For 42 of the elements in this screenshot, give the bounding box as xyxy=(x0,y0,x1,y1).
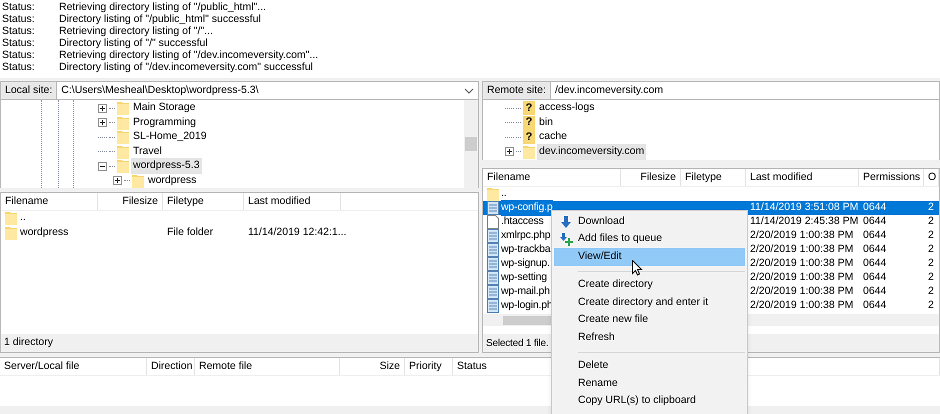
log-label: Status: xyxy=(2,0,36,14)
owner-value: 2 xyxy=(928,271,934,284)
permissions: 0644 xyxy=(863,285,886,298)
modified-date: 2/20/2019 1:00:38 PM xyxy=(750,299,854,312)
log-label: Status: xyxy=(2,60,36,76)
permissions: 0644 xyxy=(863,271,886,284)
permissions: 0644 xyxy=(863,243,886,256)
unknown-folder-icon: ? xyxy=(523,116,535,130)
modified-date: 11/14/2019 12:42:1... xyxy=(248,226,346,238)
modified-date: 2/20/2019 1:00:38 PM xyxy=(750,271,854,284)
owner-value: 2 xyxy=(928,257,934,270)
log-message: Retrieving directory listing of "/dev.incomeversity.com"... xyxy=(59,48,318,62)
owner-value: 2 xyxy=(928,243,934,256)
log-message: Directory listing of "/public_html" successful xyxy=(59,12,261,26)
file-type: File folder xyxy=(167,226,214,238)
modified-date: 11/14/2019 3:51:08 PM xyxy=(750,201,858,214)
permissions: 0644 xyxy=(863,299,886,312)
owner-value: 2 xyxy=(928,285,934,298)
log-message: Retrieving directory listing of "/"... xyxy=(59,24,213,38)
permissions: 0644 xyxy=(863,229,886,242)
log-label: Status: xyxy=(2,24,36,38)
log-message: Directory listing of "/" successful xyxy=(59,36,208,50)
owner-value: 2 xyxy=(928,215,934,228)
modified-date: 2/20/2019 1:00:38 PM xyxy=(750,229,854,242)
log-message: Retrieving directory listing of "/public_html"... xyxy=(59,0,266,14)
owner-value: 2 xyxy=(928,229,934,242)
permissions: 0644 xyxy=(863,201,886,214)
owner-value: 2 xyxy=(928,201,934,214)
permissions: 0644 xyxy=(863,257,886,270)
log-label: Status: xyxy=(2,48,36,62)
log-label: Status: xyxy=(2,12,36,26)
log-message: Directory listing of "/dev.incomeversity.com" successful xyxy=(59,60,313,76)
modified-date: 2/20/2019 1:00:38 PM xyxy=(750,285,854,298)
unknown-folder-icon: ? xyxy=(523,130,535,144)
owner-value: 2 xyxy=(928,299,934,312)
unknown-folder-icon: ? xyxy=(523,101,535,116)
modified-date: 2/20/2019 1:00:38 PM xyxy=(750,257,854,270)
status-bar: 1 directory xyxy=(1,334,478,352)
permissions: 0644 xyxy=(863,215,886,228)
modified-date: 11/14/2019 2:45:38 PM xyxy=(750,215,858,228)
modified-date: 2/20/2019 1:00:38 PM xyxy=(750,243,854,256)
log-label: Status: xyxy=(2,36,36,50)
